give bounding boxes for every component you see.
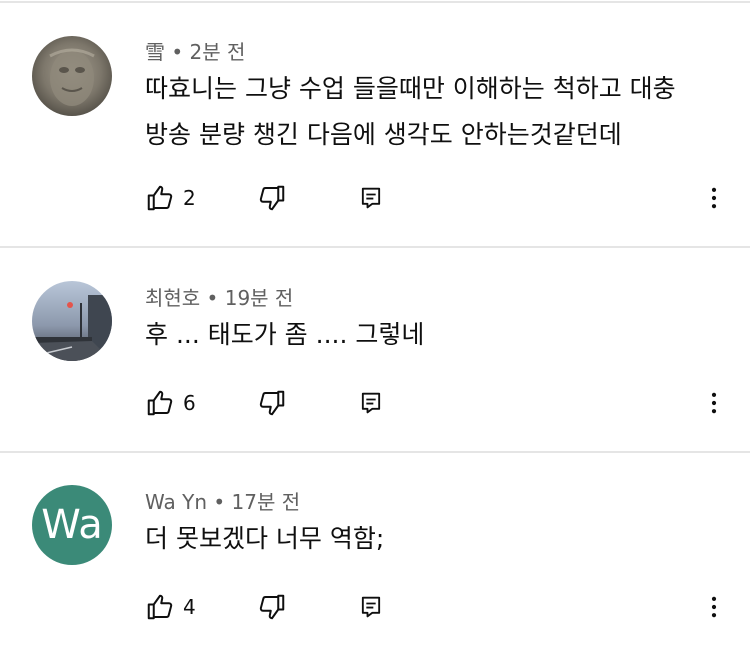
comment-text: 후 ... 태도가 좀 .... 그렇네	[145, 312, 715, 358]
reply-button[interactable]	[357, 587, 385, 627]
comment-actions: 2	[0, 178, 750, 218]
meta-separator: •	[165, 40, 190, 64]
reply-button[interactable]	[357, 178, 385, 218]
comment-actions: 6	[0, 383, 750, 423]
thumb-down-icon	[257, 183, 287, 213]
comment-time: 2분 전	[189, 40, 246, 64]
avatar[interactable]	[32, 36, 112, 116]
comment-time: 19분 전	[224, 286, 294, 310]
author-name[interactable]: 雪	[145, 40, 165, 64]
comment-text: 더 못보겠다 너무 역함;	[145, 516, 715, 562]
comment-meta: 雪 • 2분 전	[145, 36, 245, 65]
comment-line: 더 못보겠다 너무 역함;	[145, 524, 385, 553]
thumb-down-icon	[257, 592, 287, 622]
avatar[interactable]: Wa	[32, 485, 112, 565]
more-button[interactable]	[700, 587, 728, 627]
comment-line: 방송 분량 챙긴 다음에 생각도 안하는것같던데	[145, 120, 622, 149]
reply-icon	[357, 184, 385, 212]
comment-line: 후 ... 태도가 좀 .... 그렇네	[145, 320, 425, 349]
thumb-up-icon	[145, 592, 175, 622]
reply-icon	[357, 389, 385, 417]
dislike-button[interactable]	[257, 178, 287, 218]
avatar[interactable]	[32, 281, 112, 361]
dislike-button[interactable]	[257, 383, 287, 423]
meta-separator: •	[207, 490, 232, 514]
thumb-down-icon	[257, 388, 287, 418]
comment-meta: Wa Yn • 17분 전	[145, 486, 300, 515]
like-count: 4	[183, 595, 196, 619]
comment-line: 따효니는 그냥 수업 들을때만 이해하는 척하고 대충	[145, 74, 676, 103]
dislike-button[interactable]	[257, 587, 287, 627]
comment-text: 따효니는 그냥 수업 들을때만 이해하는 척하고 대충 방송 분량 챙긴 다음에…	[145, 66, 715, 158]
more-button[interactable]	[700, 178, 728, 218]
comment-actions: 4	[0, 587, 750, 627]
reply-button[interactable]	[357, 383, 385, 423]
like-count: 2	[183, 186, 196, 210]
comment-meta: 최현호 • 19분 전	[145, 282, 293, 311]
more-button[interactable]	[700, 383, 728, 423]
author-name[interactable]: 최현호	[145, 286, 200, 310]
comment-divider	[0, 246, 750, 248]
like-button[interactable]: 6	[145, 383, 196, 423]
thumb-up-icon	[145, 388, 175, 418]
like-button[interactable]: 2	[145, 178, 196, 218]
more-vert-icon	[700, 389, 728, 417]
comment-time: 17분 전	[231, 490, 301, 514]
author-name[interactable]: Wa Yn	[145, 490, 207, 514]
like-count: 6	[183, 391, 196, 415]
comment-divider	[0, 451, 750, 453]
thumb-up-icon	[145, 183, 175, 213]
reply-icon	[357, 593, 385, 621]
meta-separator: •	[200, 286, 225, 310]
top-divider	[0, 1, 750, 3]
like-button[interactable]: 4	[145, 587, 196, 627]
avatar-letters: Wa	[41, 502, 103, 548]
more-vert-icon	[700, 184, 728, 212]
more-vert-icon	[700, 593, 728, 621]
